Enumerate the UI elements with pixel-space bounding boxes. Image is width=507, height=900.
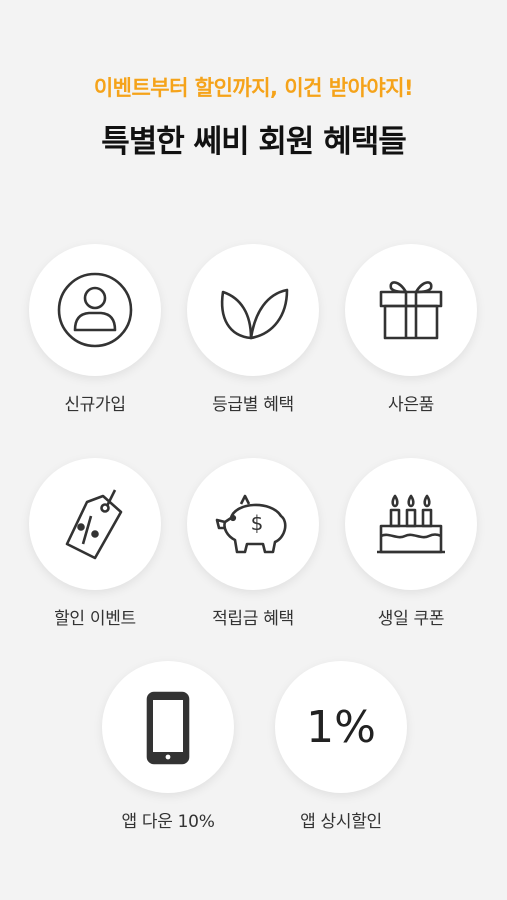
benefit-item-discount[interactable]: 할인 이벤트 xyxy=(20,458,170,629)
benefit-circle xyxy=(345,244,477,376)
benefit-label: 앱 상시할인 xyxy=(300,812,382,832)
benefit-circle xyxy=(102,661,234,793)
benefit-label: 앱 다운 10% xyxy=(121,812,215,832)
person-icon xyxy=(57,272,133,348)
benefit-label: 할인 이벤트 xyxy=(54,609,136,629)
benefit-item-signup[interactable]: 신규가입 xyxy=(20,244,170,415)
benefit-item-grade[interactable]: 등급별 혜택 xyxy=(178,244,328,415)
svg-text:$: $ xyxy=(251,511,264,535)
benefit-label: 신규가입 xyxy=(64,395,126,415)
benefit-item-birthday[interactable]: 생일 쿠폰 xyxy=(336,458,486,629)
page-title: 특별한 쎄비 회원 혜택들 xyxy=(101,124,407,160)
benefit-item-points[interactable]: $ 적립금 혜택 xyxy=(178,458,328,629)
benefit-label: 생일 쿠폰 xyxy=(377,609,445,629)
benefit-circle xyxy=(345,458,477,590)
leaf-icon xyxy=(220,288,289,340)
benefit-item-gift[interactable]: 사은품 xyxy=(336,244,486,415)
benefit-label: 사은품 xyxy=(387,395,435,415)
benefit-label: 등급별 혜택 xyxy=(212,395,294,415)
birthday-cake-icon xyxy=(377,494,445,554)
benefit-circle xyxy=(29,244,161,376)
smartphone-icon xyxy=(146,691,190,765)
benefit-label: 적립금 혜택 xyxy=(212,609,294,629)
piggy-bank-icon: $ xyxy=(215,494,287,554)
price-tag-icon xyxy=(65,489,123,560)
subtitle: 이벤트부터 할인까지, 이건 받아야지! xyxy=(93,76,414,100)
benefit-item-app-download[interactable]: 앱 다운 10% xyxy=(93,661,243,832)
benefit-circle: 1% xyxy=(275,661,407,793)
benefit-circle xyxy=(187,244,319,376)
benefit-item-app-discount[interactable]: 1% 앱 상시할인 xyxy=(266,661,416,832)
gift-icon xyxy=(379,281,443,340)
benefit-circle xyxy=(29,458,161,590)
percent-icon: 1% xyxy=(306,701,376,753)
benefit-circle: $ xyxy=(187,458,319,590)
